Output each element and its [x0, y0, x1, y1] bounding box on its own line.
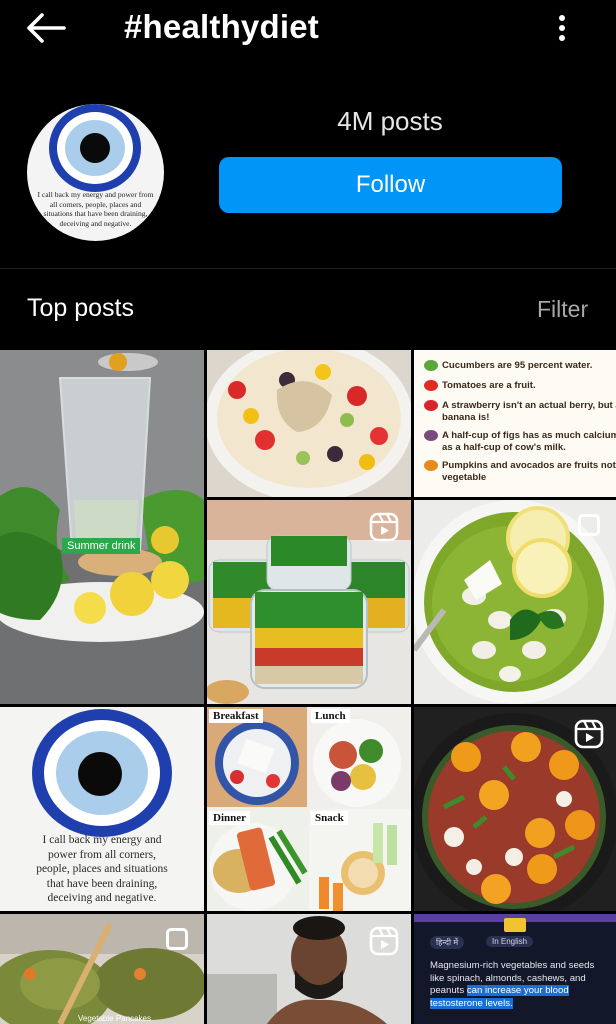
evil-eye-image	[32, 709, 172, 837]
multiple-photos-icon	[166, 928, 188, 950]
fact-item: Tomatoes are a fruit.	[424, 380, 536, 392]
evil-eye-icon	[49, 104, 141, 192]
top-posts-heading: Top posts	[27, 294, 135, 322]
magnesium-text: Magnesium-rich vegetables and seeds like…	[430, 960, 595, 1009]
post-evil-eye[interactable]: I call back my energy and power from all…	[0, 707, 204, 911]
back-arrow-icon[interactable]	[24, 10, 68, 46]
tomato-icon	[424, 380, 438, 391]
post-fitness-man[interactable]	[207, 914, 411, 1024]
summer-drink-label: Summer drink	[62, 538, 141, 554]
fig-icon	[424, 430, 438, 441]
post-vegetable-pancakes[interactable]: Vegetable Pancakes	[0, 914, 204, 1024]
fact-item: Pumpkins and avocados are fruits not a v…	[424, 460, 616, 483]
meal-label-snack: Snack	[311, 811, 348, 825]
pancakes-caption: Vegetable Pancakes	[78, 1014, 151, 1023]
evil-eye-caption: I call back my energy and power from all…	[36, 834, 168, 904]
meal-label-dinner: Dinner	[209, 811, 250, 825]
cucumber-icon	[424, 360, 438, 371]
strawberry-icon	[424, 400, 438, 411]
hashtag-title: #healthydiet	[124, 8, 319, 45]
brand-badge	[504, 918, 526, 932]
meal-label-breakfast: Breakfast	[209, 709, 263, 723]
salad-bowl-image	[207, 350, 411, 497]
reel-icon	[369, 512, 399, 542]
post-food-facts[interactable]: Cucumbers are 95 percent water. Tomatoes…	[414, 350, 616, 497]
meal-plan-image	[207, 707, 411, 911]
filter-button[interactable]: Filter	[537, 296, 588, 323]
divider	[0, 268, 616, 269]
post-egg-skillet[interactable]	[414, 707, 616, 911]
summer-drink-image	[0, 350, 204, 704]
post-salad-jars[interactable]	[207, 500, 411, 704]
avatar-caption: I call back my energy and power from all…	[37, 190, 154, 228]
fact-item: A strawberry isn't an actual berry, but …	[424, 400, 616, 423]
post-meal-plan[interactable]: Breakfast Lunch Dinner Snack	[207, 707, 411, 911]
more-options-icon[interactable]	[550, 10, 574, 46]
reel-icon	[574, 719, 604, 749]
multiple-photos-icon	[578, 514, 600, 536]
follow-button[interactable]: Follow	[219, 157, 562, 213]
post-magnesium-info[interactable]: हिन्दी में In English Magnesium-rich veg…	[414, 914, 616, 1024]
fact-item: A half-cup of figs has as much calcium a…	[424, 430, 616, 453]
reel-icon	[369, 926, 399, 956]
post-summer-drink[interactable]: Summer drink	[0, 350, 204, 704]
fact-item: Cucumbers are 95 percent water.	[424, 360, 592, 372]
hashtag-avatar: I call back my energy and power from all…	[27, 104, 164, 241]
post-green-soup[interactable]	[414, 500, 616, 704]
post-salad-bowl[interactable]	[207, 350, 411, 497]
posts-count: 4M posts	[337, 106, 443, 136]
english-toggle: In English	[486, 936, 534, 947]
meal-label-lunch: Lunch	[311, 709, 350, 723]
hindi-toggle: हिन्दी में	[430, 936, 465, 949]
pumpkin-icon	[424, 460, 438, 471]
